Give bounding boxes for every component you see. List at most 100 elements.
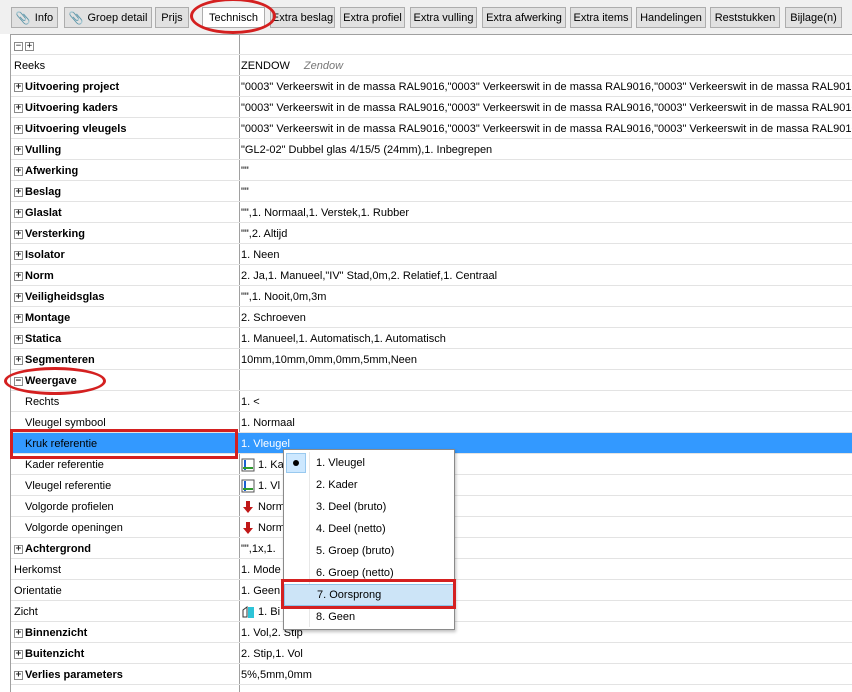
expand-icon[interactable]: + bbox=[14, 145, 23, 155]
property-value[interactable]: "GL2-02" Dubbel glas 4/15/5 (24mm),1. In… bbox=[241, 142, 852, 158]
expand-icon[interactable]: + bbox=[14, 334, 23, 344]
property-value[interactable]: "",2. Altijd bbox=[241, 226, 852, 242]
property-value[interactable]: "0003" Verkeerswit in de massa RAL9016,"… bbox=[241, 100, 852, 116]
info-button[interactable]: 📎 Info bbox=[11, 7, 58, 28]
property-name: Volgorde profielen bbox=[25, 501, 114, 513]
table-row[interactable]: Rechts 1. < bbox=[11, 391, 852, 412]
expand-icon[interactable]: + bbox=[14, 187, 23, 197]
paperclip-icon: 📎 bbox=[68, 10, 84, 25]
option-gutter bbox=[286, 475, 306, 495]
selected-radio-icon bbox=[286, 453, 306, 473]
expand-icon[interactable]: + bbox=[14, 124, 23, 134]
property-name: Rechts bbox=[25, 396, 60, 408]
property-name: + Beslag bbox=[14, 186, 62, 198]
dropdown-option[interactable]: 8. Geen bbox=[284, 606, 454, 628]
prijs-button[interactable]: Prijs bbox=[155, 7, 189, 28]
table-row[interactable]: + Afwerking "" bbox=[11, 160, 852, 181]
expand-icon[interactable]: + bbox=[14, 250, 23, 260]
property-name: Herkomst bbox=[14, 564, 62, 576]
expand-icon[interactable]: + bbox=[14, 208, 23, 218]
annotation-oval-weergave bbox=[4, 367, 106, 395]
property-value[interactable]: "0003" Verkeerswit in de massa RAL9016,"… bbox=[241, 79, 852, 95]
table-row[interactable]: + Veiligheidsglas "",1. Nooit,0m,3m bbox=[11, 286, 852, 307]
table-row[interactable]: + Isolator 1. Neen bbox=[11, 244, 852, 265]
dropdown-option[interactable]: 4. Deel (netto) bbox=[284, 518, 454, 540]
table-row[interactable]: + Statica 1. Manueel,1. Automatisch,1. Au… bbox=[11, 328, 852, 349]
arrow-down-icon bbox=[243, 501, 253, 513]
expand-icon[interactable]: + bbox=[14, 103, 23, 113]
toolbar: 📎 Info 📎 Groep detail Prijs Technisch Extr… bbox=[0, 0, 852, 34]
expand-icon[interactable]: + bbox=[14, 670, 23, 680]
property-value[interactable] bbox=[241, 373, 852, 389]
expand-icon[interactable]: + bbox=[14, 271, 23, 281]
annotation-rect-oorsprong bbox=[281, 579, 456, 609]
table-row[interactable]: + Verlies parameters 5%,5mm,0mm bbox=[11, 664, 852, 685]
table-row[interactable]: + Glaslat "",1. Normaal,1. Verstek,1. Rub… bbox=[11, 202, 852, 223]
expand-icon[interactable]: + bbox=[14, 544, 23, 554]
table-row[interactable]: + Uitvoering vleugels "0003" Verkeerswit … bbox=[11, 118, 852, 139]
expand-icon[interactable]: + bbox=[14, 313, 23, 323]
table-row[interactable]: Reeks ZENDOW Zendow bbox=[11, 55, 852, 76]
table-row[interactable]: + Segmenteren 10mm,10mm,0mm,0mm,5mm,Neen bbox=[11, 349, 852, 370]
property-value[interactable]: "0003" Verkeerswit in de massa RAL9016,"… bbox=[241, 121, 852, 137]
bijlagen-button[interactable]: Bijlage(n) bbox=[785, 7, 842, 28]
extra-beslag-button[interactable]: Extra beslag bbox=[270, 7, 335, 28]
property-value[interactable]: "",1. Normaal,1. Verstek,1. Rubber bbox=[241, 205, 852, 221]
property-name: Orientatie bbox=[14, 585, 62, 597]
table-row[interactable]: + Norm 2. Ja,1. Manueel,"IV" Stad,0m,2. R… bbox=[11, 265, 852, 286]
expand-icon[interactable]: + bbox=[14, 355, 23, 365]
expand-icon[interactable]: + bbox=[14, 628, 23, 638]
handelingen-button[interactable]: Handelingen bbox=[636, 7, 706, 28]
property-value[interactable]: ZENDOW Zendow bbox=[241, 58, 852, 74]
property-value[interactable]: 10mm,10mm,0mm,0mm,5mm,Neen bbox=[241, 352, 852, 368]
property-value[interactable]: 5%,5mm,0mm bbox=[241, 667, 852, 683]
option-gutter bbox=[286, 497, 306, 517]
expand-all-icon[interactable]: + bbox=[25, 41, 34, 51]
option-gutter bbox=[286, 519, 306, 539]
dropdown-option[interactable]: 5. Groep (bruto) bbox=[284, 540, 454, 562]
reststukken-button[interactable]: Reststukken bbox=[710, 7, 780, 28]
extra-vulling-button[interactable]: Extra vulling bbox=[410, 7, 477, 28]
collapse-all-icon[interactable]: − bbox=[14, 41, 23, 51]
extra-afwerking-button[interactable]: Extra afwerking bbox=[482, 7, 566, 28]
property-value[interactable]: 2. Stip,1. Vol bbox=[241, 646, 852, 662]
extra-profiel-button[interactable]: Extra profiel bbox=[340, 7, 405, 28]
dropdown-option[interactable]: 1. Vleugel bbox=[284, 452, 454, 474]
table-row[interactable]: − Weergave bbox=[11, 370, 852, 391]
property-value[interactable]: 1. < bbox=[241, 394, 852, 410]
table-row[interactable]: + Uitvoering kaders "0003" Verkeerswit in… bbox=[11, 97, 852, 118]
groep-detail-button[interactable]: 📎 Groep detail bbox=[64, 7, 152, 28]
option-gutter bbox=[286, 541, 306, 561]
expand-icon[interactable]: + bbox=[14, 292, 23, 302]
property-value[interactable]: 2. Schroeven bbox=[241, 310, 852, 326]
frame-reference-icon bbox=[241, 458, 255, 472]
expand-icon[interactable]: + bbox=[14, 82, 23, 92]
dropdown-option[interactable]: 3. Deel (bruto) bbox=[284, 496, 454, 518]
table-row[interactable]: + Beslag "" bbox=[11, 181, 852, 202]
expand-icon[interactable]: + bbox=[14, 166, 23, 176]
view-icon bbox=[242, 606, 254, 618]
property-value[interactable]: 1. Neen bbox=[241, 247, 852, 263]
table-row[interactable]: + Versterking "",2. Altijd bbox=[11, 223, 852, 244]
property-value[interactable]: "",1. Nooit,0m,3m bbox=[241, 289, 852, 305]
table-row[interactable]: + Buitenzicht 2. Stip,1. Vol bbox=[11, 643, 852, 664]
expand-icon[interactable]: + bbox=[14, 649, 23, 659]
property-value[interactable]: 1. Normaal bbox=[241, 415, 852, 431]
property-name: + Binnenzicht bbox=[14, 627, 88, 639]
property-name: + Achtergrond bbox=[14, 543, 91, 555]
table-row[interactable]: + Vulling "GL2-02" Dubbel glas 4/15/5 (24… bbox=[11, 139, 852, 160]
property-name: + Uitvoering project bbox=[14, 81, 120, 93]
property-name: Volgorde openingen bbox=[25, 522, 123, 534]
expand-icon[interactable]: + bbox=[14, 229, 23, 239]
property-name: Reeks bbox=[14, 60, 46, 72]
property-value[interactable]: "" bbox=[241, 184, 852, 200]
extra-items-button[interactable]: Extra items bbox=[570, 7, 632, 28]
property-name: Zicht bbox=[14, 606, 38, 618]
table-row[interactable]: + Uitvoering project "0003" Verkeerswit i… bbox=[11, 76, 852, 97]
table-row[interactable]: + Montage 2. Schroeven bbox=[11, 307, 852, 328]
property-value[interactable]: 2. Ja,1. Manueel,"IV" Stad,0m,2. Relatie… bbox=[241, 268, 852, 284]
property-value[interactable]: 1. Manueel,1. Automatisch,1. Automatisch bbox=[241, 331, 852, 347]
property-value[interactable]: "" bbox=[241, 163, 852, 179]
property-name: + Buitenzicht bbox=[14, 648, 85, 660]
dropdown-option[interactable]: 2. Kader bbox=[284, 474, 454, 496]
